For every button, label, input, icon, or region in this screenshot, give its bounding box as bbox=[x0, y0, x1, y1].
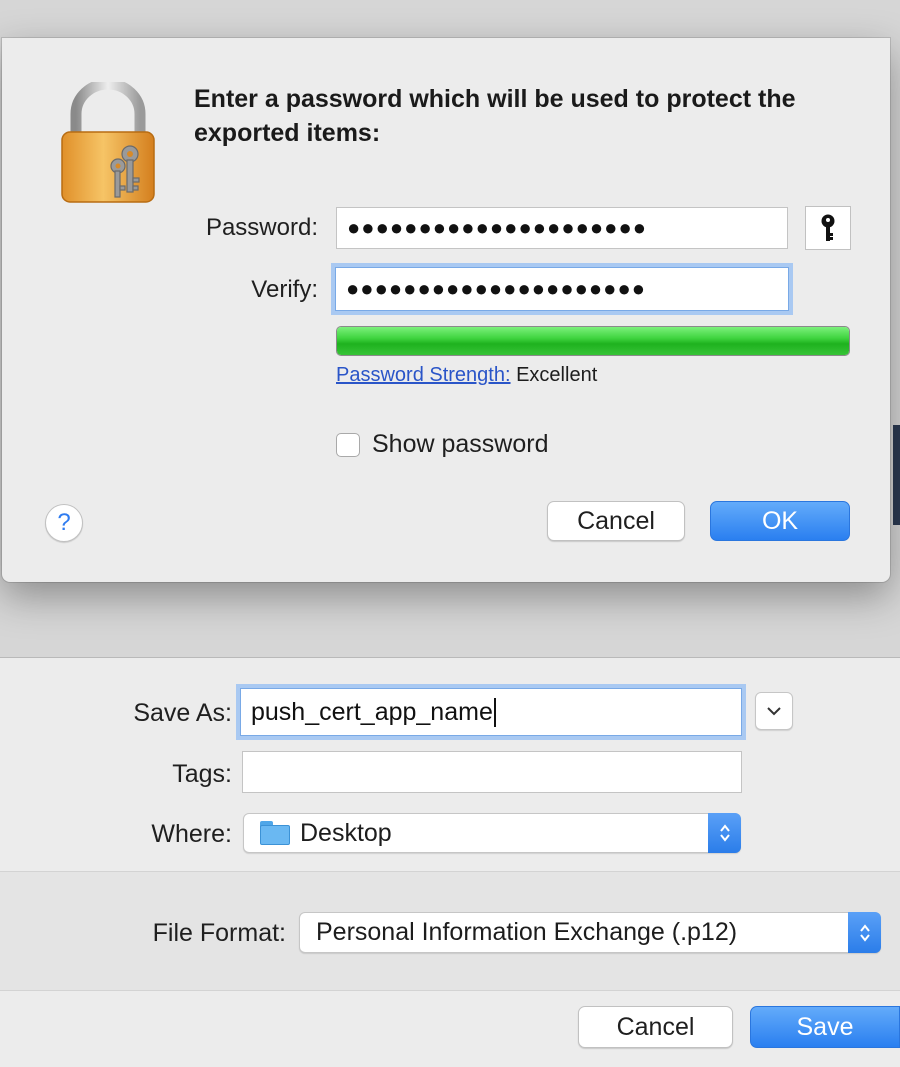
file-format-value: Personal Information Exchange (.p12) bbox=[316, 918, 738, 946]
chevron-down-icon bbox=[767, 707, 781, 716]
password-strength-row: Password Strength: Excellent bbox=[336, 364, 597, 387]
key-icon bbox=[821, 214, 835, 241]
verify-value: ●●●●●●●●●●●●●●●●●●●●● bbox=[346, 276, 647, 301]
file-format-popup[interactable]: Personal Information Exchange (.p12) bbox=[299, 912, 881, 953]
save-as-value: push_cert_app_name bbox=[251, 697, 493, 726]
save-panel-cancel-button[interactable]: Cancel bbox=[578, 1006, 733, 1048]
expand-panel-button[interactable] bbox=[755, 692, 793, 730]
show-password-checkbox[interactable] bbox=[336, 432, 360, 457]
password-field[interactable]: ●●●●●●●●●●●●●●●●●●●●● bbox=[336, 207, 788, 249]
tags-field[interactable] bbox=[242, 751, 742, 793]
cancel-button[interactable]: Cancel bbox=[547, 501, 685, 541]
password-strength-value: Excellent bbox=[516, 364, 598, 386]
file-format-label: File Format: bbox=[152, 919, 286, 947]
where-popup[interactable]: Desktop bbox=[243, 813, 741, 853]
save-button[interactable]: Save bbox=[750, 1006, 900, 1048]
save-as-label: Save As: bbox=[133, 699, 232, 727]
popup-stepper-icon bbox=[848, 912, 881, 953]
verify-label: Verify: bbox=[251, 276, 318, 303]
help-button[interactable]: ? bbox=[45, 504, 83, 542]
password-strength-fill bbox=[337, 327, 849, 355]
folder-icon bbox=[260, 821, 290, 845]
password-label: Password: bbox=[205, 214, 318, 241]
save-as-field[interactable]: push_cert_app_name bbox=[240, 688, 742, 736]
keychain-lock-icon bbox=[61, 82, 155, 203]
background-window-edge bbox=[893, 425, 900, 525]
password-strength-link[interactable]: Password Strength: bbox=[336, 364, 511, 386]
where-value: Desktop bbox=[300, 818, 392, 847]
tags-label: Tags: bbox=[172, 760, 232, 788]
password-value: ●●●●●●●●●●●●●●●●●●●●● bbox=[347, 215, 648, 240]
show-password-label: Show password bbox=[372, 430, 549, 458]
section-divider bbox=[0, 990, 900, 991]
where-label: Where: bbox=[151, 820, 232, 848]
password-assistant-button[interactable] bbox=[805, 206, 851, 250]
help-icon: ? bbox=[57, 509, 71, 536]
show-password-row[interactable]: Show password bbox=[336, 430, 548, 459]
password-sheet: Enter a password which will be used to p… bbox=[2, 38, 890, 582]
popup-stepper-icon bbox=[708, 813, 741, 853]
password-strength-meter bbox=[336, 326, 850, 356]
text-caret bbox=[493, 697, 496, 727]
verify-field[interactable]: ●●●●●●●●●●●●●●●●●●●●● bbox=[335, 267, 789, 311]
sheet-title: Enter a password which will be used to p… bbox=[194, 85, 796, 147]
ok-button[interactable]: OK bbox=[710, 501, 850, 541]
